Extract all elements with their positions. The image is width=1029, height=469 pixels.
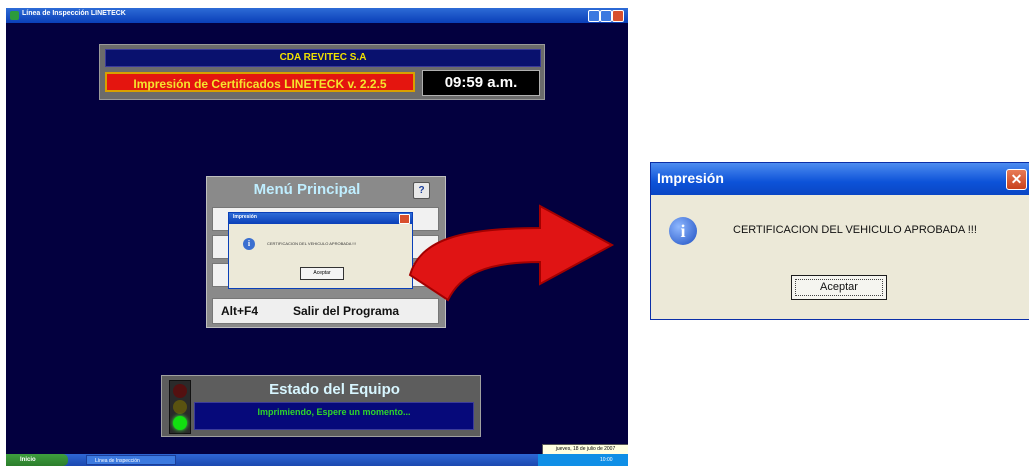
small-dialog-ok-button[interactable]: Aceptar — [300, 267, 344, 280]
start-button[interactable]: Inicio — [6, 454, 68, 466]
app-icon — [10, 11, 19, 20]
red-light — [173, 384, 187, 398]
header-panel: CDA REVITEC S.A Impresión de Certificado… — [99, 44, 545, 100]
minimize-button[interactable] — [588, 10, 600, 22]
small-dialog-titlebar: Impresión — [229, 213, 412, 224]
exit-label: Salir del Programa — [293, 304, 400, 318]
status-message: Imprimiendo, Espere un momento... — [194, 402, 474, 430]
equipment-status-panel: Estado del Equipo Imprimiendo, Espere un… — [161, 375, 481, 437]
small-dialog-message: CERTIFICACION DEL VEHICULO APROBADA !!! — [267, 241, 356, 246]
app-version-banner: Impresión de Certificados LINETECK v. 2.… — [105, 72, 415, 92]
green-light — [173, 416, 187, 430]
company-name: CDA REVITEC S.A — [105, 49, 541, 67]
dialog-title: Impresión — [657, 170, 724, 186]
status-title: Estado del Equipo — [269, 381, 400, 398]
taskbar-app-item[interactable]: Línea de Inspección — [86, 455, 176, 465]
dialog-titlebar: Impresión ✕ — [651, 163, 1029, 195]
system-tray: 10:00 — [538, 454, 628, 466]
close-button[interactable] — [612, 10, 624, 22]
yellow-light — [173, 400, 187, 414]
print-dialog: Impresión ✕ i CERTIFICACION DEL VEHICULO… — [650, 162, 1029, 320]
menu-title: Menú Principal — [253, 181, 361, 198]
small-dialog-title: Impresión — [233, 214, 257, 220]
ok-button[interactable]: Aceptar — [791, 275, 887, 300]
exit-shortcut-label: Alt+F4 — [221, 304, 259, 318]
taskbar: Inicio Línea de Inspección 10:00 — [6, 454, 628, 466]
window-titlebar: Línea de Inspección LINETECK — [6, 8, 628, 23]
info-icon: i — [669, 217, 697, 245]
close-icon[interactable]: ✕ — [1006, 169, 1027, 190]
dialog-message: CERTIFICACION DEL VEHICULO APROBADA !!! — [733, 224, 977, 236]
traffic-light-icon — [169, 380, 191, 434]
tray-clock: 10:00 — [600, 457, 613, 463]
maximize-button[interactable] — [600, 10, 612, 22]
focus-outline — [795, 279, 883, 296]
clock-display: 09:59 a.m. — [422, 70, 540, 96]
info-icon: i — [243, 238, 255, 250]
print-dialog-small: Impresión i CERTIFICACION DEL VEHICULO A… — [228, 212, 413, 289]
window-title: Línea de Inspección LINETECK — [22, 10, 126, 17]
help-icon[interactable]: ? — [413, 182, 430, 199]
red-arrow-icon — [408, 204, 615, 302]
